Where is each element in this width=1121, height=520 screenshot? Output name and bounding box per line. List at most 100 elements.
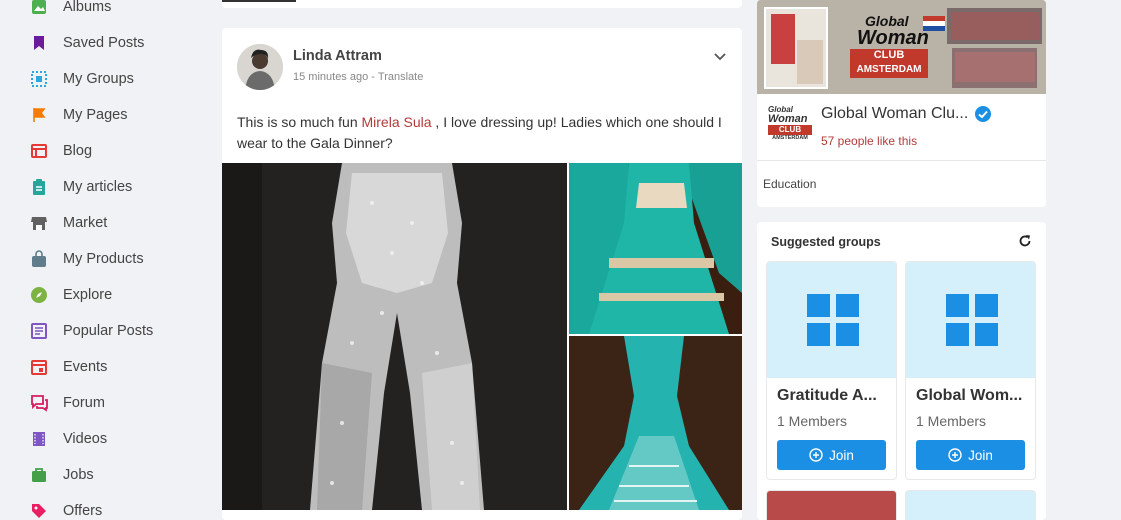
sidebar-item-offers[interactable]: Offers <box>30 496 102 520</box>
sidebar-item-label: Offers <box>63 503 103 519</box>
sidebar-item-label: My Products <box>63 251 144 267</box>
post-photo-jumpsuit[interactable] <box>222 163 567 510</box>
page-logo[interactable]: Global Woman CLUB AMSTERDAM <box>768 106 812 146</box>
sidebar-item-albums[interactable]: Albums <box>30 0 111 22</box>
cover-logo-city: AMSTERDAM <box>856 64 922 75</box>
film-icon <box>30 430 48 448</box>
shopping-bag-icon <box>30 250 48 268</box>
sidebar-item-label: Popular Posts <box>63 323 154 339</box>
group-name[interactable]: Gratitude A... <box>777 387 877 405</box>
sidebar-item-saved-posts[interactable]: Saved Posts <box>30 28 144 58</box>
group-image[interactable] <box>767 262 896 378</box>
logo-city: AMSTERDAM <box>772 135 808 141</box>
join-group-button[interactable]: Join <box>916 440 1025 470</box>
divider <box>757 160 1046 161</box>
plus-circle-icon <box>948 448 962 462</box>
sidebar-item-label: Saved Posts <box>63 35 145 51</box>
flag-icon <box>30 106 48 124</box>
page-category: Education <box>763 177 817 191</box>
sidebar-item-forum[interactable]: Forum <box>30 388 105 418</box>
chevron-down-icon[interactable] <box>712 48 728 64</box>
post-text-part: This is so much fun <box>237 114 362 130</box>
post-card: Linda Attram 15 minutes ago - Translate Th… <box>222 28 742 520</box>
post-photo-green-dress[interactable] <box>569 163 742 334</box>
sidebar-item-label: My articles <box>63 179 133 195</box>
sidebar-item-label: Forum <box>63 395 105 411</box>
sidebar-item-blog[interactable]: Blog <box>30 136 92 166</box>
suggested-page-card: Global Woman CLUB AMSTERDAM Global Woman… <box>757 0 1046 207</box>
previous-post-card-edge <box>222 0 742 8</box>
bookmark-icon <box>30 34 48 52</box>
post-author-name[interactable]: Linda Attram <box>293 48 382 64</box>
sidebar-item-label: My Pages <box>63 107 128 123</box>
page-cover-image[interactable]: Global Woman CLUB AMSTERDAM <box>757 0 1046 94</box>
separator: - <box>371 71 375 83</box>
group-name[interactable]: Global Wom... <box>916 387 1022 405</box>
sidebar-item-my-products[interactable]: My Products <box>30 244 144 274</box>
store-icon <box>30 214 48 232</box>
blog-icon <box>30 142 48 160</box>
sidebar-item-popular-posts[interactable]: Popular Posts <box>30 316 153 346</box>
sidebar-item-my-groups[interactable]: My Groups <box>30 64 134 94</box>
group-placeholder-icon <box>806 294 859 346</box>
albums-icon <box>30 0 48 16</box>
page-name[interactable]: Global Woman Clu... <box>821 105 992 123</box>
sidebar-item-label: Explore <box>63 287 113 303</box>
sidebar-item-label: Videos <box>63 431 108 447</box>
briefcase-icon <box>30 466 48 484</box>
sidebar-item-jobs[interactable]: Jobs <box>30 460 94 490</box>
join-label: Join <box>968 447 993 463</box>
sidebar-item-label: Market <box>63 215 108 231</box>
post-photo-mermaid-dress[interactable] <box>569 336 742 510</box>
sidebar-item-my-articles[interactable]: My articles <box>30 172 132 202</box>
sidebar-item-my-pages[interactable]: My Pages <box>30 100 127 130</box>
translate-link[interactable]: Translate <box>378 71 423 83</box>
calendar-icon <box>30 358 48 376</box>
popular-posts-icon <box>30 322 48 340</box>
tag-icon <box>30 502 48 520</box>
sidebar-item-market[interactable]: Market <box>30 208 107 238</box>
sidebar-item-label: Blog <box>63 143 93 159</box>
post-meta: 15 minutes ago - Translate <box>293 71 423 83</box>
author-avatar[interactable] <box>237 44 283 90</box>
sidebar-item-label: Events <box>63 359 108 375</box>
cover-logo-club: CLUB <box>850 49 928 61</box>
cover-logo-text: Global <box>865 14 909 28</box>
suggested-groups-widget: Suggested groups Gratitude A... 1 Member… <box>757 222 1046 520</box>
group-image[interactable] <box>906 262 1035 378</box>
group-placeholder-icon <box>945 294 998 346</box>
clipboard-icon <box>30 178 48 196</box>
post-text: This is so much fun Mirela Sula , I love… <box>237 112 732 154</box>
refresh-icon[interactable] <box>1018 234 1032 248</box>
logo-line: Woman <box>768 113 808 125</box>
page-likes: 57 people like this <box>821 134 918 148</box>
group-card: Global Wom... 1 Members Join <box>905 261 1036 480</box>
sidebar-item-events[interactable]: Events <box>30 352 107 382</box>
page-name-text: Global Woman Clu... <box>821 105 969 122</box>
groups-icon <box>30 70 48 88</box>
sidebar-item-explore[interactable]: Explore <box>30 280 112 310</box>
group-card-partial[interactable] <box>905 490 1036 520</box>
divider <box>222 0 296 2</box>
group-card: Gratitude A... 1 Members Join <box>766 261 897 480</box>
group-card-partial[interactable] <box>766 490 897 520</box>
join-group-button[interactable]: Join <box>777 440 886 470</box>
forum-icon <box>30 394 48 412</box>
verified-badge-icon <box>975 106 992 122</box>
suggested-groups-title: Suggested groups <box>771 235 881 249</box>
sidebar-item-label: My Groups <box>63 71 134 87</box>
sidebar-item-label: Jobs <box>63 467 94 483</box>
group-members: 1 Members <box>777 413 848 429</box>
group-members: 1 Members <box>916 413 987 429</box>
left-sidebar: Albums Saved Posts My Groups My Pages Blog My… <box>0 0 210 520</box>
sidebar-item-videos[interactable]: Videos <box>30 424 107 454</box>
join-label: Join <box>829 447 854 463</box>
post-time[interactable]: 15 minutes ago <box>293 71 368 83</box>
sidebar-item-label: Albums <box>63 0 112 15</box>
mention-link[interactable]: Mirela Sula <box>362 114 432 130</box>
plus-circle-icon <box>809 448 823 462</box>
cover-logo-text-2: Woman <box>857 28 929 48</box>
logo-club: CLUB <box>768 125 812 135</box>
compass-icon <box>30 286 48 304</box>
cover-logo-line: Woman <box>857 27 929 49</box>
